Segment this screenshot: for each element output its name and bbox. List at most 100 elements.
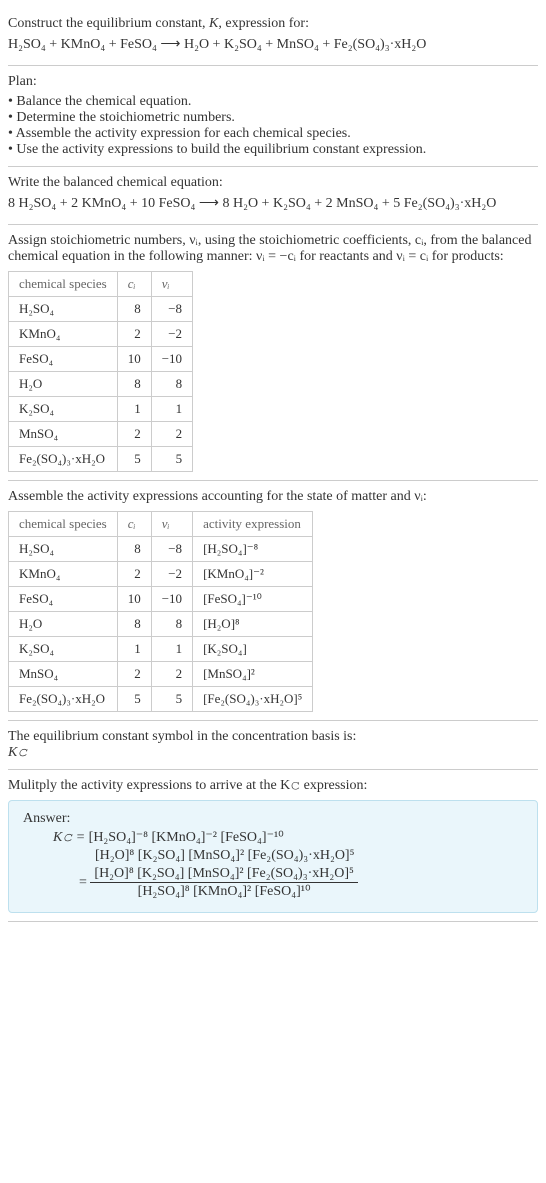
- cell-expr: [MnSO₄]²: [193, 662, 313, 687]
- table-row: FeSO₄10−10[FeSO₄]⁻¹⁰: [9, 587, 313, 612]
- symbol-value: K𝚌: [8, 745, 538, 761]
- table-row: KMnO₄2−2: [9, 322, 193, 347]
- cell-species: H₂O: [9, 612, 118, 637]
- table-header-row: chemical species cᵢ νᵢ: [9, 272, 193, 297]
- cell-c: 8: [117, 372, 151, 397]
- fraction-denominator: [H₂SO₄]⁸ [KMnO₄]² [FeSO₄]¹⁰: [90, 882, 357, 900]
- col-c: cᵢ: [117, 272, 151, 297]
- cell-c: 5: [117, 447, 151, 472]
- plan-list: Balance the chemical equation. Determine…: [8, 94, 538, 158]
- fraction-numerator: [H₂O]⁸ [K₂SO₄] [MnSO₄]² [Fe₂(SO₄)₃·xH₂O]…: [90, 866, 357, 882]
- cell-species: KMnO₄: [9, 562, 118, 587]
- table-row: MnSO₄22: [9, 422, 193, 447]
- cell-v: 8: [151, 612, 192, 637]
- balanced-section: Write the balanced chemical equation: 8 …: [8, 167, 538, 225]
- col-c: cᵢ: [117, 512, 151, 537]
- cell-species: Fe₂(SO₄)₃·xH₂O: [9, 687, 118, 712]
- cell-v: −8: [151, 537, 192, 562]
- cell-species: H₂O: [9, 372, 118, 397]
- cell-species: K₂SO₄: [9, 397, 118, 422]
- cell-c: 2: [117, 562, 151, 587]
- col-v: νᵢ: [151, 512, 192, 537]
- equals: =: [79, 876, 90, 891]
- cell-v: −8: [151, 297, 192, 322]
- balanced-intro: Write the balanced chemical equation:: [8, 175, 538, 191]
- plan-label: Plan:: [8, 74, 538, 90]
- fraction: [H₂O]⁸ [K₂SO₄] [MnSO₄]² [Fe₂(SO₄)₃·xH₂O]…: [90, 866, 357, 900]
- table-row: H₂O88: [9, 372, 193, 397]
- cell-species: FeSO₄: [9, 587, 118, 612]
- cell-v: −10: [151, 347, 192, 372]
- plan-item: Balance the chemical equation.: [8, 94, 538, 110]
- title: Construct the equilibrium constant, K, e…: [8, 16, 538, 32]
- multiply-section: Mulitply the activity expressions to arr…: [8, 770, 538, 922]
- table-row: K₂SO₄11: [9, 397, 193, 422]
- col-v: νᵢ: [151, 272, 192, 297]
- cell-c: 8: [117, 612, 151, 637]
- table-row: K₂SO₄11[K₂SO₄]: [9, 637, 313, 662]
- multiply-intro: Mulitply the activity expressions to arr…: [8, 778, 538, 794]
- cell-v: 5: [151, 447, 192, 472]
- title-pre: Construct the equilibrium constant,: [8, 16, 209, 31]
- symbol-intro: The equilibrium constant symbol in the c…: [8, 729, 538, 745]
- cell-v: 5: [151, 687, 192, 712]
- table-row: FeSO₄10−10: [9, 347, 193, 372]
- cell-species: K₂SO₄: [9, 637, 118, 662]
- cell-c: 10: [117, 587, 151, 612]
- cell-c: 5: [117, 687, 151, 712]
- table-row: H₂SO₄8−8[H₂SO₄]⁻⁸: [9, 537, 313, 562]
- header-section: Construct the equilibrium constant, K, e…: [8, 8, 538, 66]
- cell-species: MnSO₄: [9, 662, 118, 687]
- answer-line1: K𝚌 = [H₂SO₄]⁻⁸ [KMnO₄]⁻² [FeSO₄]⁻¹⁰: [23, 829, 523, 846]
- activity-section: Assemble the activity expressions accoun…: [8, 481, 538, 721]
- cell-v: −2: [151, 562, 192, 587]
- answer-frac-line: = [H₂O]⁸ [K₂SO₄] [MnSO₄]² [Fe₂(SO₄)₃·xH₂…: [23, 866, 523, 900]
- kc-lhs: K𝚌 =: [53, 830, 89, 845]
- col-species: chemical species: [9, 512, 118, 537]
- cell-species: MnSO₄: [9, 422, 118, 447]
- cell-species: FeSO₄: [9, 347, 118, 372]
- cell-expr: [Fe₂(SO₄)₃·xH₂O]⁵: [193, 687, 313, 712]
- cell-expr: [H₂O]⁸: [193, 612, 313, 637]
- col-expr: activity expression: [193, 512, 313, 537]
- cell-c: 1: [117, 397, 151, 422]
- table-row: Fe₂(SO₄)₃·xH₂O55[Fe₂(SO₄)₃·xH₂O]⁵: [9, 687, 313, 712]
- answer-line1-expr: [H₂SO₄]⁻⁸ [KMnO₄]⁻² [FeSO₄]⁻¹⁰: [89, 830, 284, 845]
- plan-item: Assemble the activity expression for eac…: [8, 126, 538, 142]
- symbol-section: The equilibrium constant symbol in the c…: [8, 721, 538, 770]
- cell-c: 10: [117, 347, 151, 372]
- cell-expr: [H₂SO₄]⁻⁸: [193, 537, 313, 562]
- cell-c: 8: [117, 537, 151, 562]
- answer-label: Answer:: [23, 811, 523, 827]
- plan-item: Determine the stoichiometric numbers.: [8, 110, 538, 126]
- title-k: K: [209, 16, 218, 31]
- cell-v: 8: [151, 372, 192, 397]
- col-species: chemical species: [9, 272, 118, 297]
- cell-c: 1: [117, 637, 151, 662]
- cell-c: 2: [117, 662, 151, 687]
- balanced-equation: 8 H₂SO₄ + 2 KMnO₄ + 10 FeSO₄ ⟶ 8 H₂O + K…: [8, 191, 538, 216]
- cell-v: −10: [151, 587, 192, 612]
- cell-species: H₂SO₄: [9, 537, 118, 562]
- answer-line2-expr: [H₂O]⁸ [K₂SO₄] [MnSO₄]² [Fe₂(SO₄)₃·xH₂O]…: [95, 848, 354, 863]
- cell-species: Fe₂(SO₄)₃·xH₂O: [9, 447, 118, 472]
- cell-expr: [K₂SO₄]: [193, 637, 313, 662]
- cell-v: 2: [151, 422, 192, 447]
- stoich-table: chemical species cᵢ νᵢ H₂SO₄8−8 KMnO₄2−2…: [8, 271, 193, 472]
- unbalanced-equation: H₂SO₄ + KMnO₄ + FeSO₄ ⟶ H₂O + K₂SO₄ + Mn…: [8, 32, 538, 57]
- table-row: MnSO₄22[MnSO₄]²: [9, 662, 313, 687]
- cell-expr: [KMnO₄]⁻²: [193, 562, 313, 587]
- activity-intro: Assemble the activity expressions accoun…: [8, 489, 538, 505]
- cell-c: 8: [117, 297, 151, 322]
- cell-expr: [FeSO₄]⁻¹⁰: [193, 587, 313, 612]
- title-post: , expression for:: [218, 16, 309, 31]
- cell-c: 2: [117, 322, 151, 347]
- cell-species: KMnO₄: [9, 322, 118, 347]
- answer-line2: [H₂O]⁸ [K₂SO₄] [MnSO₄]² [Fe₂(SO₄)₃·xH₂O]…: [23, 848, 523, 864]
- stoich-intro: Assign stoichiometric numbers, νᵢ, using…: [8, 233, 538, 265]
- table-row: H₂SO₄8−8: [9, 297, 193, 322]
- answer-box: Answer: K𝚌 = [H₂SO₄]⁻⁸ [KMnO₄]⁻² [FeSO₄]…: [8, 800, 538, 913]
- cell-v: 2: [151, 662, 192, 687]
- activity-table: chemical species cᵢ νᵢ activity expressi…: [8, 511, 313, 712]
- cell-c: 2: [117, 422, 151, 447]
